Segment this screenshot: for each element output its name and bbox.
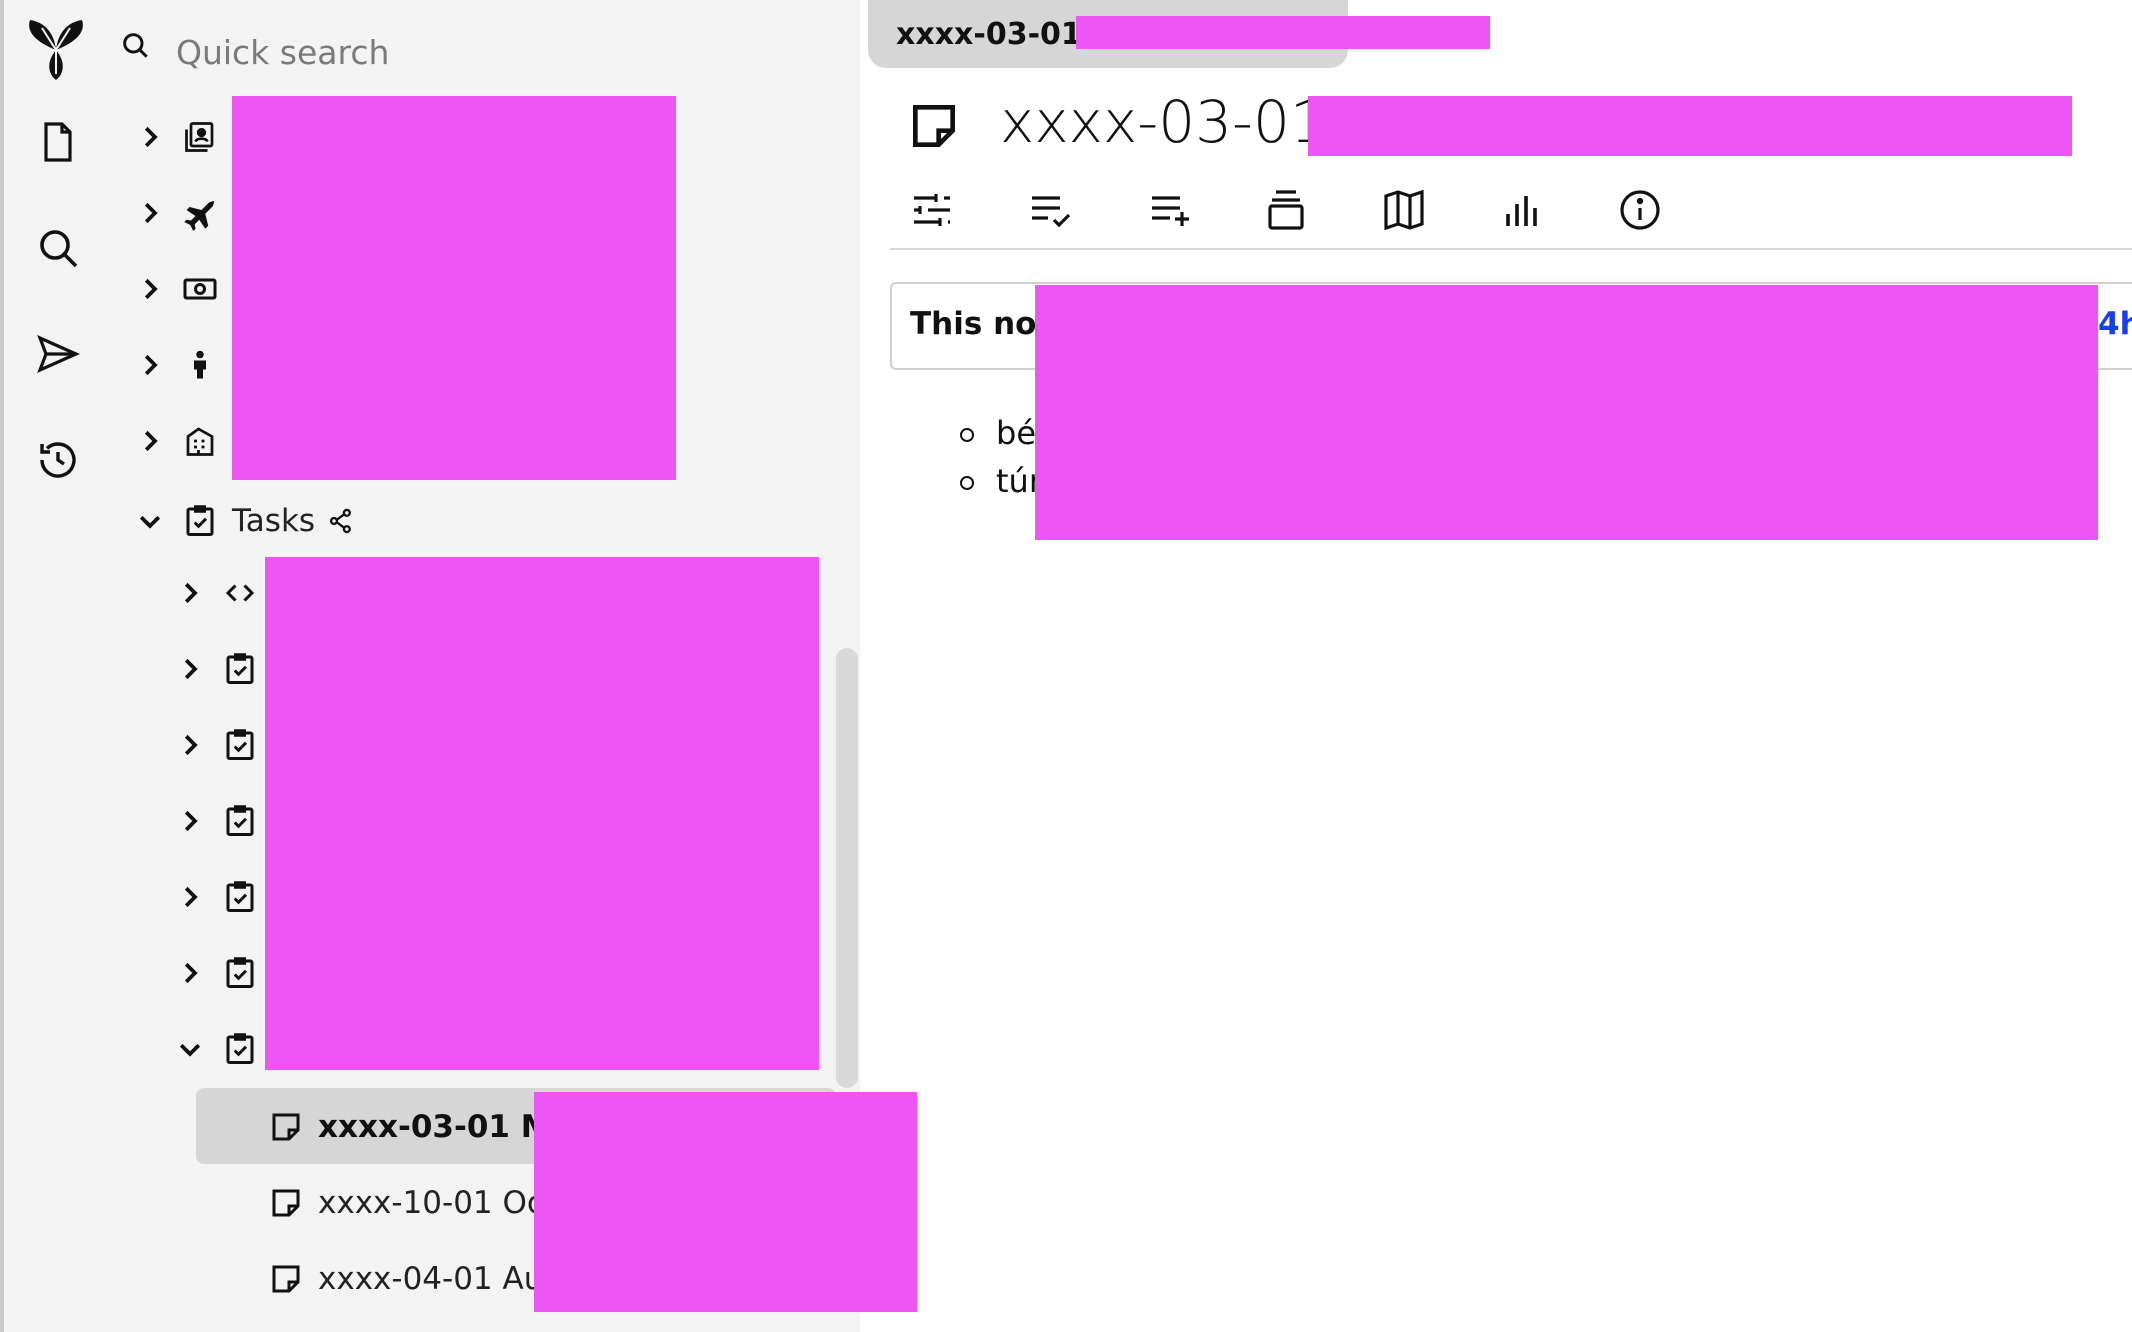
search-icon (40, 230, 78, 268)
task-clipboard-icon (220, 649, 260, 689)
note-title[interactable]: xxxx-03-01 (1000, 88, 1327, 156)
note-icon[interactable] (906, 98, 962, 154)
ribbon-similar-notes-button[interactable] (1494, 182, 1550, 238)
tree-item[interactable] (130, 102, 220, 172)
tree-item[interactable] (170, 1014, 260, 1084)
tree-item-selected[interactable]: xxxx-03-01 Ma (256, 1092, 573, 1162)
chevron-right-icon[interactable] (170, 801, 210, 841)
list-plus-icon (1152, 196, 1189, 226)
tree-item[interactable] (130, 178, 220, 248)
tree-item[interactable]: xxxx-04-01 Au (256, 1244, 543, 1314)
tree-item-label: xxxx-10-01 Oct (318, 1185, 557, 1221)
ribbon-divider (890, 248, 2132, 250)
new-note-button[interactable] (30, 114, 86, 170)
launcher-bar (0, 0, 108, 1332)
redacted-block (265, 557, 819, 1070)
quick-search-input[interactable] (176, 22, 736, 82)
tree-item[interactable] (130, 254, 220, 324)
jump-to-button[interactable] (30, 326, 86, 382)
money-icon (180, 269, 220, 309)
child-icon (180, 345, 220, 385)
ribbon-note-info-button[interactable] (1612, 182, 1668, 238)
search-icon (123, 33, 148, 58)
tree-item[interactable] (170, 634, 260, 704)
tree-item[interactable]: xxxx-10-01 Oct (256, 1168, 556, 1238)
chevron-right-icon[interactable] (170, 877, 210, 917)
redacted-block (1035, 285, 2098, 540)
ribbon-note-map-button[interactable] (1376, 182, 1432, 238)
tree-item[interactable] (170, 558, 260, 628)
info-banner-text: This not (910, 306, 1052, 342)
chevron-right-icon[interactable] (170, 573, 210, 613)
note-icon (266, 1259, 306, 1299)
contacts-book-icon (180, 117, 220, 157)
tree-item[interactable] (170, 938, 260, 1008)
task-clipboard-icon (220, 801, 260, 841)
redacted-block (1308, 96, 2072, 156)
tree-item-tasks[interactable]: Tasks (130, 486, 355, 556)
ribbon-owned-attributes-button[interactable] (1142, 182, 1198, 238)
tree-item[interactable] (170, 862, 260, 932)
code-icon (220, 573, 260, 613)
tree-item-label: xxxx-04-01 Au (318, 1261, 544, 1297)
tree-item[interactable] (130, 330, 220, 400)
history-icon (40, 442, 76, 478)
share-icon (327, 507, 355, 535)
app-logo[interactable] (16, 12, 96, 82)
recent-changes-button[interactable] (30, 432, 86, 488)
ribbon-basic-properties-button[interactable] (904, 182, 960, 238)
tree-scrollbar[interactable] (836, 648, 858, 1088)
search-button[interactable] (30, 220, 86, 276)
chevron-right-icon[interactable] (170, 649, 210, 689)
tree-item[interactable] (130, 406, 220, 476)
chevron-right-icon[interactable] (170, 953, 210, 993)
task-clipboard-icon (220, 725, 260, 765)
building-icon (180, 421, 220, 461)
chevron-right-icon[interactable] (170, 725, 210, 765)
task-clipboard-icon (180, 501, 220, 541)
chevron-right-icon[interactable] (130, 421, 170, 461)
list-item: bé (996, 414, 1036, 452)
tree-item[interactable] (170, 786, 260, 856)
redacted-block (1076, 16, 1490, 49)
note-icon (266, 1107, 306, 1147)
redacted-block (534, 1092, 917, 1312)
chevron-down-icon[interactable] (170, 1029, 210, 1069)
tab-title: xxxx-03-01 (896, 16, 1082, 52)
chevron-right-icon[interactable] (130, 345, 170, 385)
task-clipboard-icon (220, 953, 260, 993)
layers-icon (1268, 190, 1304, 230)
task-clipboard-icon (220, 877, 260, 917)
task-clipboard-icon (220, 1029, 260, 1069)
sliders-icon (914, 194, 950, 226)
file-icon (44, 122, 72, 162)
chevron-down-icon[interactable] (130, 501, 170, 541)
chevron-right-icon[interactable] (130, 193, 170, 233)
chevron-right-icon[interactable] (130, 117, 170, 157)
tree-item[interactable] (170, 710, 260, 780)
redacted-block (232, 96, 676, 480)
ribbon-inherited-attributes-button[interactable] (1258, 182, 1314, 238)
info-icon (1620, 190, 1660, 230)
map-icon (1384, 189, 1424, 231)
ribbon-promoted-attributes-button[interactable] (1022, 182, 1078, 238)
tree-item-label: Tasks (232, 503, 316, 539)
plane-icon (180, 193, 220, 233)
note-icon (266, 1183, 306, 1223)
list-bullet (960, 428, 974, 442)
list-check-icon (1032, 196, 1071, 228)
send-icon (37, 334, 80, 374)
bar-chart-icon (1506, 196, 1537, 226)
list-bullet (960, 476, 974, 490)
chevron-right-icon[interactable] (130, 269, 170, 309)
info-banner-link[interactable]: 4h (2098, 306, 2132, 342)
